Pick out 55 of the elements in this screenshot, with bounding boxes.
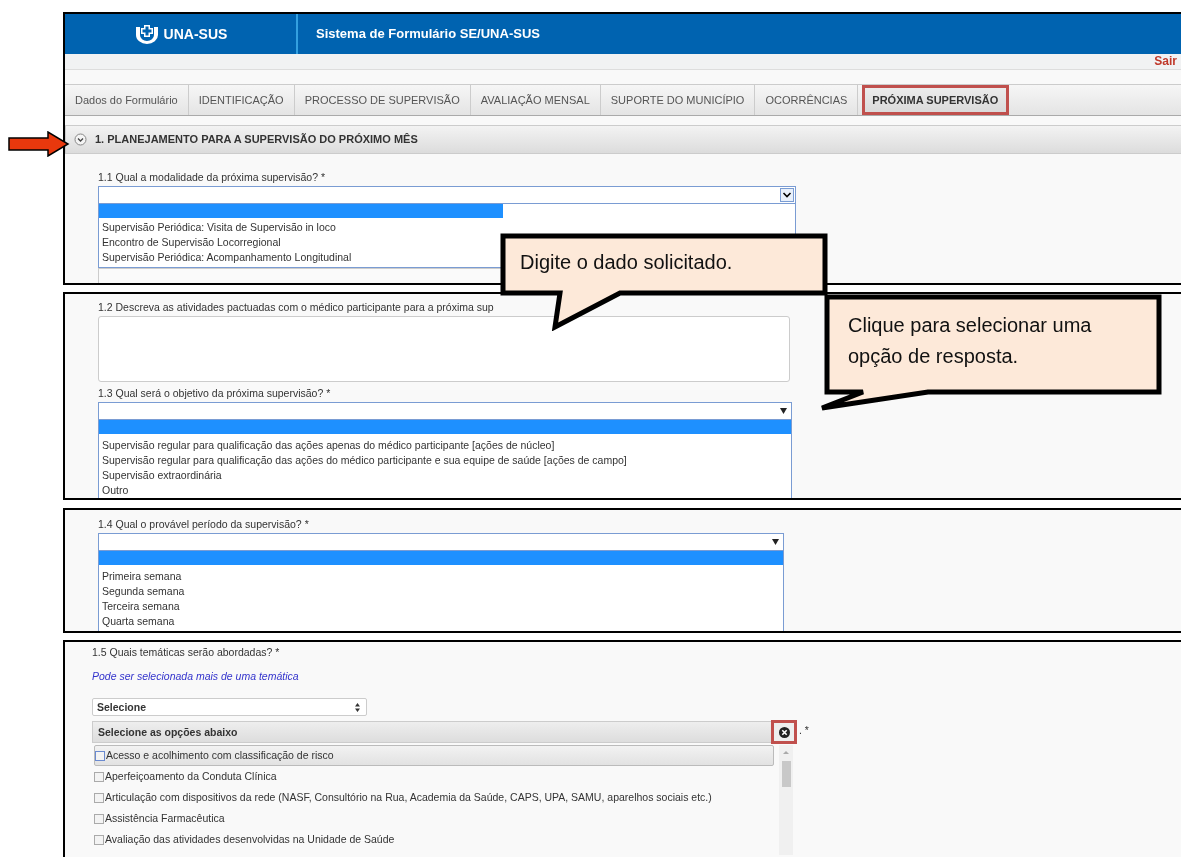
logout-link[interactable]: Sair: [1154, 54, 1177, 69]
dropdown-option[interactable]: Segunda semana: [99, 584, 185, 599]
dropdown-field[interactable]: [98, 186, 796, 204]
select-field[interactable]: Selecione: [92, 698, 367, 716]
checkbox-option[interactable]: Articulação com dispositivos da rede (NASF, Consultório na Rua, Academia da Saúde, CAPS, UPA, SAMU, aparelhos sociais etc.): [94, 787, 774, 808]
dropdown-option[interactable]: Supervisão Periódica: Acompanhamento Longitudinal: [99, 250, 352, 265]
logo-icon: [133, 24, 160, 44]
question-label: 1.4 Qual o provável período da supervisão? *: [98, 518, 310, 531]
checkbox[interactable]: [94, 771, 104, 782]
checkbox-option[interactable]: Aperfeiçoamento da Conduta Clínica: [94, 766, 774, 787]
question-label: 1.2 Descreva as atividades pactuadas com o médico participante para a próxima sup: [98, 301, 495, 314]
callout-text: Clique para selecionar uma opção de resposta.: [848, 313, 1093, 369]
section-header[interactable]: 1. PLANEJAMENTO PARA A SUPERVISÃO DO PRÓXIMO MÊS: [65, 125, 1181, 154]
question-label: 1.5 Quais temáticas serão abordadas? *: [92, 646, 281, 659]
checkbox-option[interactable]: Assistência Farmacêutica: [94, 808, 774, 829]
tab[interactable]: IDENTIFICAÇÃO: [188, 85, 295, 115]
logo-text: UNA-SUS: [163, 24, 228, 44]
dropdown-option[interactable]: Quarta semana: [99, 614, 175, 629]
sort-icon: [355, 702, 360, 712]
tab[interactable]: PROCESSO DE SUPERVISÃO: [294, 85, 471, 115]
section-title: 1. PLANEJAMENTO PARA A SUPERVISÃO DO PRÓXIMO MÊS: [95, 132, 418, 148]
text-area[interactable]: [98, 316, 790, 382]
checkbox[interactable]: [94, 792, 104, 803]
caret-down-icon: [772, 539, 779, 545]
dropdown-field[interactable]: [98, 533, 784, 551]
caret-down-icon: [780, 408, 787, 414]
dropdown-option[interactable]: Supervisão regular para qualificação das ações apenas do médico participante [ações de núcleo]: [99, 438, 555, 453]
app-title: Sistema de Formulário SE/UNA-SUS: [316, 25, 540, 44]
tab[interactable]: PRÓXIMA SUPERVISÃO: [862, 85, 1010, 115]
hint-text: Pode ser selecionada mais de uma temática: [92, 670, 300, 683]
dropdown-option[interactable]: Primeira semana: [99, 569, 182, 584]
close-icon: [778, 726, 790, 738]
chevron-down-icon: [780, 188, 794, 202]
callout-text: Digite o dado solicitado.: [520, 250, 734, 275]
tab[interactable]: OCORRÊNCIAS: [755, 85, 859, 115]
tab[interactable]: SUPORTE DO MUNICÍPIO: [600, 85, 756, 115]
tab[interactable]: AVALIAÇÃO MENSAL: [470, 85, 601, 115]
dropdown-option[interactable]: Supervisão regular para qualificação das ações do médico participante e sua equipe de saúde [ações de campo]: [99, 453, 627, 468]
dropdown-option[interactable]: Supervisão extraordinária: [99, 468, 222, 483]
tab[interactable]: Dados do Formulário: [65, 85, 189, 115]
checkbox[interactable]: [95, 750, 105, 761]
checkbox-option[interactable]: Acesso e acolhimento com classificação de risco: [94, 745, 774, 766]
dropdown-field[interactable]: [98, 402, 792, 420]
checkbox-option[interactable]: Avaliação das atividades desenvolvidas na Unidade de Saúde: [94, 829, 774, 850]
question-label: 1.1 Qual a modalidade da próxima supervisão? *: [98, 171, 327, 184]
question-label: 1.3 Qual será o objetivo da próxima supervisão? *: [98, 387, 332, 400]
checkbox[interactable]: [94, 813, 104, 824]
checkbox[interactable]: [94, 834, 104, 845]
required-mark: . *: [799, 724, 809, 737]
multiselect-title: Selecione as opções abaixo: [98, 725, 238, 739]
dropdown-option[interactable]: Supervisão Periódica: Visita de Supervisão in loco: [99, 220, 336, 235]
dropdown-option[interactable]: Outro: [99, 483, 129, 498]
close-button[interactable]: [771, 720, 797, 744]
dropdown-option[interactable]: Encontro de Supervisão Locorregional: [99, 235, 281, 250]
dropdown-option[interactable]: Terceira semana: [99, 599, 180, 614]
